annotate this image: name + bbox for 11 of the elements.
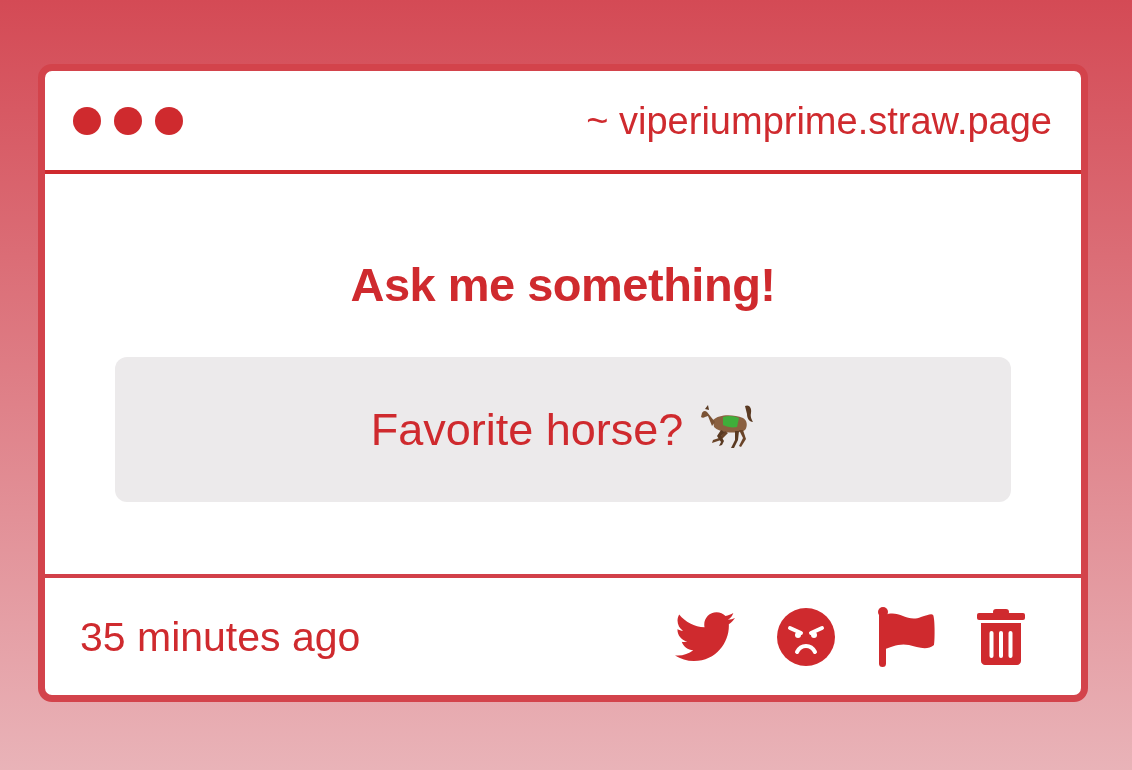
angry-face-icon[interactable] [777, 607, 835, 666]
dot-icon [114, 106, 142, 135]
trash-icon[interactable] [977, 608, 1025, 665]
heading: Ask me something! [349, 257, 777, 313]
timestamp: 35 minutes ago [80, 612, 361, 662]
question-text: Favorite horse? [370, 402, 684, 457]
flag-icon[interactable] [877, 606, 935, 667]
bird-icon[interactable] [675, 610, 735, 663]
url-text: ~ viperiumprime.straw.page [586, 98, 1052, 144]
dot-icon [155, 106, 183, 135]
dot-icon [73, 106, 101, 135]
